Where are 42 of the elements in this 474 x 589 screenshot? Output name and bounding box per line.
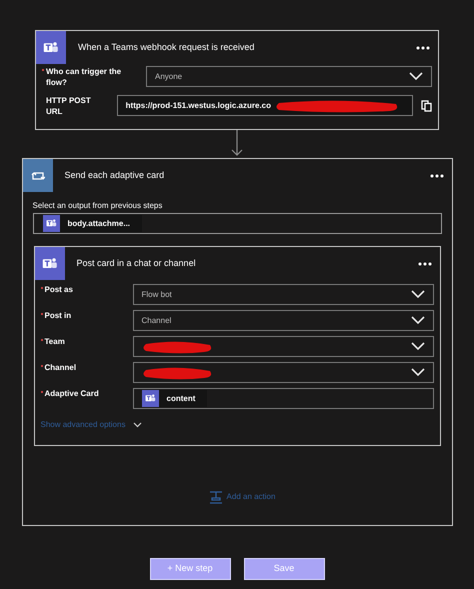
dropdown-field[interactable]: Channel <box>132 310 434 331</box>
redaction-mark <box>142 366 214 380</box>
field-value: Flow bot <box>142 288 172 300</box>
field-label: Post in <box>44 310 72 321</box>
chevron-down-icon[interactable] <box>410 316 424 325</box>
card-title: Post card in a chat or channel <box>76 256 197 270</box>
dropdown-field[interactable]: Flow bot <box>132 284 434 305</box>
dropdown-field[interactable]: Anyone <box>146 66 432 87</box>
teams-icon <box>46 218 56 229</box>
teams-icon <box>144 393 156 404</box>
redaction-mark <box>142 340 214 354</box>
chevron-down-icon[interactable] <box>410 368 424 377</box>
loop-icon <box>30 170 44 182</box>
add-action-icon <box>208 490 223 504</box>
chevron-down-icon[interactable] <box>410 290 424 299</box>
token-label: content <box>166 392 196 404</box>
more-options-icon[interactable] <box>418 262 432 266</box>
input-field[interactable]: content <box>132 388 434 409</box>
chevron-down-icon[interactable] <box>133 422 142 428</box>
field-value: https://prod-151.westus.logic.azure.co <box>126 100 271 112</box>
field-label: HTTP POST URL <box>46 95 92 117</box>
card-title: When a Teams webhook request is received <box>77 40 256 54</box>
field-label: Team <box>44 336 65 347</box>
connector-arrow <box>231 130 243 158</box>
field-label: Select an output from previous steps <box>32 200 164 212</box>
copy-icon[interactable] <box>421 100 432 112</box>
dropdown-field[interactable] <box>132 336 434 357</box>
chevron-down-icon[interactable] <box>410 342 424 351</box>
field-label: Adaptive Card <box>44 388 99 399</box>
field-label: Who can trigger the flow? <box>46 66 122 88</box>
more-options-icon[interactable] <box>416 46 430 50</box>
input-field[interactable]: https://prod-151.westus.logic.azure.co <box>116 95 413 116</box>
field-value: Anyone <box>155 70 182 82</box>
field-value: Channel <box>142 314 172 326</box>
card-title: Send each adaptive card <box>64 168 166 182</box>
more-options-icon[interactable] <box>430 174 444 178</box>
token-label: body.attachme... <box>66 218 130 230</box>
field-label: Post as <box>44 284 73 295</box>
dropdown-field[interactable] <box>132 362 434 383</box>
input-field[interactable]: body.attachme... <box>32 213 442 234</box>
chevron-down-icon[interactable] <box>409 72 423 81</box>
field-label: Channel <box>44 362 76 373</box>
